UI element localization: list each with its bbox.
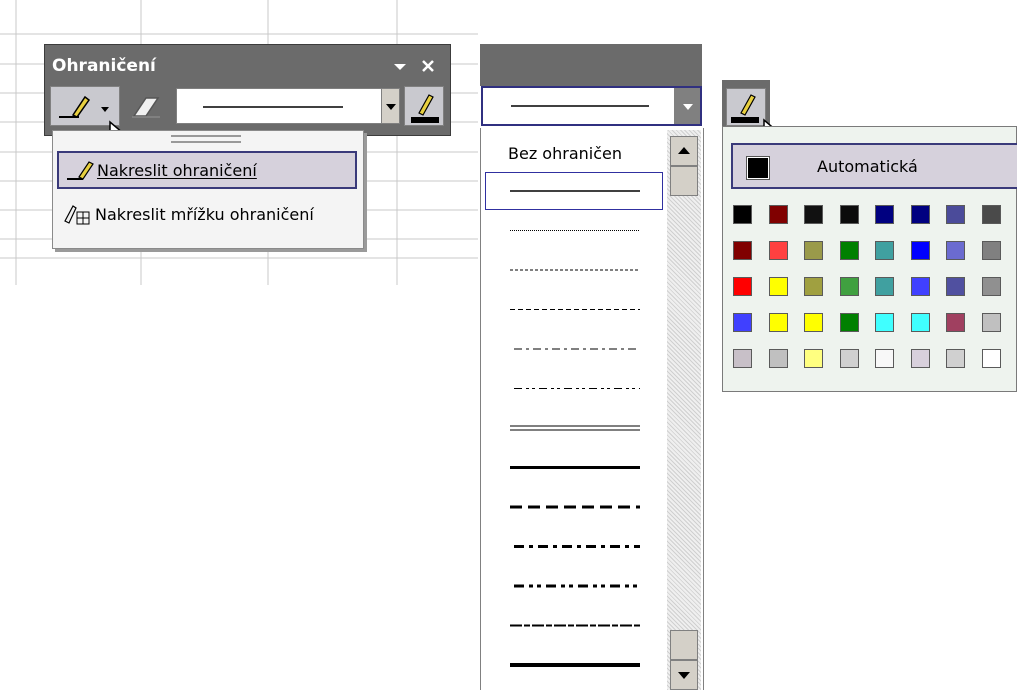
color-swatch[interactable] (804, 241, 823, 260)
color-swatch[interactable] (804, 349, 823, 368)
color-swatch[interactable] (875, 277, 894, 296)
color-swatch[interactable] (981, 313, 1001, 332)
color-swatch[interactable] (946, 349, 965, 368)
color-swatch[interactable] (981, 205, 1001, 224)
color-swatch[interactable] (946, 277, 965, 296)
chevron-down-icon[interactable] (381, 89, 399, 123)
color-swatch[interactable] (875, 313, 894, 332)
color-swatch[interactable] (910, 349, 930, 368)
color-swatch[interactable] (839, 241, 859, 260)
scroll-thumb[interactable] (670, 166, 698, 196)
color-swatch[interactable] (804, 313, 823, 332)
color-swatch[interactable] (768, 205, 788, 224)
chevron-up-icon (678, 147, 690, 154)
color-swatch[interactable] (875, 241, 894, 260)
color-swatch[interactable] (804, 277, 823, 296)
line-color-button[interactable] (404, 86, 444, 126)
color-swatch[interactable] (768, 349, 788, 368)
line-style-combo[interactable] (176, 88, 400, 124)
color-swatch[interactable] (839, 277, 859, 296)
toolbar-title: Ohraničení (52, 56, 156, 76)
pencil-icon (67, 161, 94, 180)
color-swatch[interactable] (733, 205, 752, 224)
line-style-preview (203, 106, 343, 108)
menu-item-label: Nakreslit ohraničení (97, 160, 257, 180)
color-swatch[interactable] (875, 349, 894, 368)
color-swatch[interactable] (946, 205, 965, 224)
scroll-down-button[interactable] (670, 660, 698, 690)
color-swatch[interactable] (768, 241, 788, 260)
scroll-thumb-lower[interactable] (670, 630, 698, 660)
line-style-panel-header (480, 44, 702, 86)
color-palette: Automatická (722, 126, 1017, 392)
color-swatch[interactable] (768, 313, 788, 332)
color-swatch[interactable] (768, 277, 788, 296)
menu-item-draw-border[interactable]: Nakreslit ohraničení (57, 151, 357, 189)
draw-border-menu: Nakreslit ohraničení Nakreslit mřížku oh… (52, 130, 364, 249)
scroll-up-button[interactable] (670, 136, 698, 166)
color-swatch[interactable] (910, 313, 930, 332)
menu-grip[interactable] (171, 135, 241, 143)
line-color-icon (731, 94, 759, 123)
color-swatch[interactable] (839, 313, 859, 332)
color-swatch[interactable] (946, 313, 965, 332)
grid-pencil-icon (64, 205, 90, 225)
color-swatch[interactable] (981, 241, 1001, 260)
close-icon[interactable] (418, 56, 438, 76)
line-style-preview (511, 105, 649, 107)
line-color-icon (411, 94, 439, 123)
chevron-down-icon[interactable] (674, 88, 700, 124)
swatch-grid (733, 205, 1017, 385)
color-swatch[interactable] (733, 277, 752, 296)
toolbar-options-icon[interactable] (390, 56, 410, 76)
color-swatch[interactable] (910, 205, 930, 224)
color-swatch[interactable] (875, 205, 894, 224)
color-swatch[interactable] (733, 349, 752, 368)
line-style-combo-2[interactable] (481, 86, 702, 126)
line-style-selected[interactable] (485, 172, 663, 210)
menu-item-draw-grid[interactable]: Nakreslit mřížku ohraničení (57, 195, 357, 233)
color-swatch[interactable] (839, 349, 859, 368)
line-style-options (510, 190, 640, 667)
menu-item-label: Nakreslit mřížku ohraničení (95, 204, 314, 224)
scrollbar[interactable] (667, 130, 701, 690)
color-swatch[interactable] (733, 241, 752, 260)
line-color-button-2[interactable] (726, 88, 766, 126)
color-swatch[interactable] (981, 349, 1001, 368)
chevron-down-icon (678, 672, 690, 679)
automatic-color-label: Automatická (817, 157, 918, 176)
automatic-color-swatch (746, 156, 770, 180)
color-swatch[interactable] (804, 205, 823, 224)
automatic-color-button[interactable]: Automatická (731, 143, 1017, 189)
color-swatch[interactable] (910, 241, 930, 260)
line-style-none[interactable]: Bez ohraničen (508, 144, 622, 163)
color-swatch[interactable] (733, 313, 752, 332)
color-swatch[interactable] (946, 241, 965, 260)
color-swatch[interactable] (981, 277, 1001, 296)
color-swatch[interactable] (839, 205, 859, 224)
color-swatch[interactable] (910, 277, 930, 296)
